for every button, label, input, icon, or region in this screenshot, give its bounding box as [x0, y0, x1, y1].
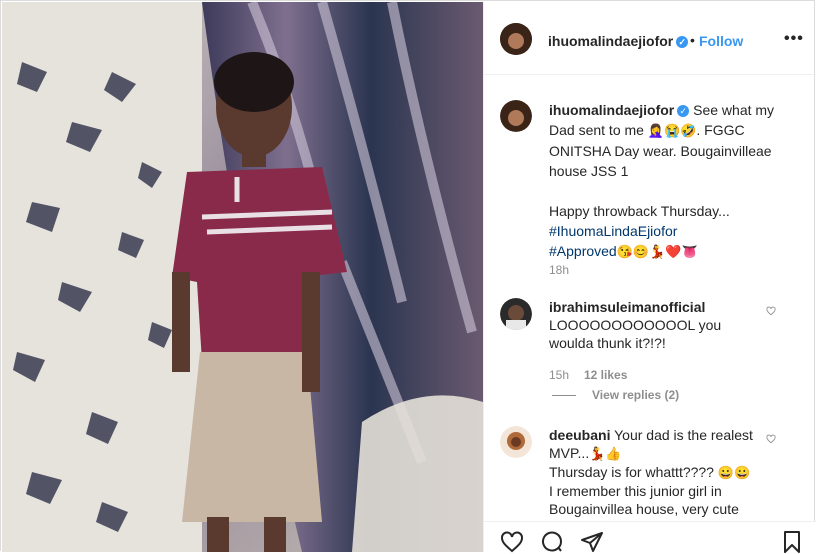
comment-body: ibrahimsuleimanofficial LOOOOOOOOOOOOL y… [549, 298, 759, 352]
comment-emojis2: 😀😀 [717, 465, 751, 480]
header-separator: • [690, 32, 695, 48]
caption-username[interactable]: ihuomalindaejiofor [549, 102, 674, 118]
comment-likes[interactable]: 12 likes [584, 366, 627, 384]
heart-icon[interactable] [500, 530, 524, 554]
author-username-text[interactable]: ihuomalindaejiofor [548, 33, 673, 49]
bookmark-icon[interactable] [780, 530, 804, 554]
comment-username[interactable]: ibrahimsuleimanofficial [549, 299, 705, 315]
view-replies-button[interactable]: View replies (2) [552, 386, 679, 404]
comment-username[interactable]: deeubani [549, 427, 610, 443]
view-replies-label[interactable]: View replies (2) [592, 388, 679, 402]
comment-text: LOOOOOOOOOOOOL you woulda thunk it?!?! [549, 317, 722, 351]
commenter-avatar[interactable] [500, 298, 532, 330]
comment-text-line2: Thursday is for whattt???? [549, 464, 714, 480]
comment-icon[interactable] [540, 530, 564, 554]
caption-avatar[interactable] [500, 100, 532, 132]
replies-divider [552, 395, 576, 397]
caption-text: ihuomalindaejiofor ✓ See what my Dad sent… [549, 100, 794, 262]
post-actions-bar [484, 521, 816, 553]
comment-like-heart-icon[interactable] [766, 434, 776, 444]
comment-body: deeubani Your dad is the realest MVP...💃… [549, 426, 759, 518]
caption-emojis2: 😘😊💃❤️👅 [616, 244, 698, 259]
verified-badge-icon: ✓ [676, 36, 689, 48]
comment-like-heart-icon[interactable] [766, 306, 776, 316]
comment-text-line3: I remember this junior girl in Bougainvi… [549, 483, 739, 517]
caption-emojis1: 🤦‍♀️😭🤣 [647, 123, 697, 138]
share-icon[interactable] [580, 530, 604, 554]
post-header: ihuomalindaejiofor ✓ • Follow ••• [484, 2, 816, 75]
post-card: ihuomalindaejiofor ✓ • Follow ••• ihuomal… [0, 0, 816, 553]
hashtag-link[interactable]: #Approved [549, 243, 617, 259]
commenter-avatar[interactable] [500, 426, 532, 458]
comment-emojis1: 💃👍 [589, 446, 622, 461]
post-side-panel: ihuomalindaejiofor ✓ • Follow ••• ihuomal… [483, 2, 816, 553]
post-photo[interactable] [2, 2, 483, 552]
author-avatar[interactable] [500, 23, 532, 55]
follow-button[interactable]: Follow [699, 33, 743, 49]
caption-time[interactable]: 18h [549, 260, 569, 280]
more-options-icon[interactable]: ••• [784, 30, 804, 48]
comment-time[interactable]: 15h [549, 366, 569, 384]
throwback-photo-image [2, 2, 483, 552]
verified-badge-icon: ✓ [677, 105, 690, 117]
author-username[interactable]: ihuomalindaejiofor ✓ [548, 33, 689, 49]
hashtag-link[interactable]: #IhuomaLindaEjiofor [549, 223, 677, 239]
caption-line3: Happy throwback Thursday... [549, 203, 730, 219]
